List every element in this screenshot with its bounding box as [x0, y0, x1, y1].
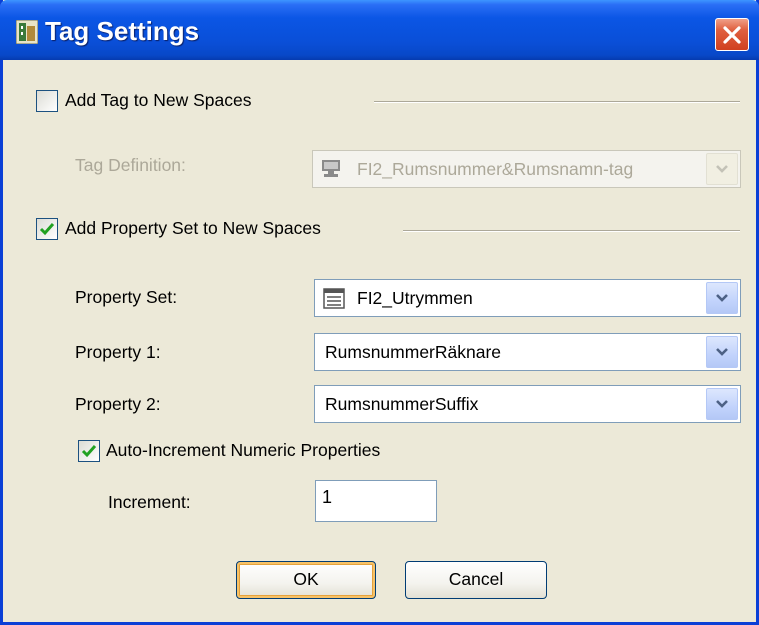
auto-increment-label: Auto-Increment Numeric Properties: [106, 440, 381, 460]
chevron-down-icon: [716, 294, 728, 302]
close-x-icon: [723, 26, 741, 44]
add-property-set-checkbox[interactable]: [36, 218, 58, 240]
property-set-value: FI2_Utrymmen: [357, 288, 473, 308]
property-separator: [403, 230, 740, 232]
add-tag-label: Add Tag to New Spaces: [65, 90, 252, 110]
property1-dropdown-button[interactable]: [706, 336, 738, 368]
close-button[interactable]: [715, 18, 749, 51]
chevron-down-icon: [716, 400, 728, 408]
app-building-icon: [15, 19, 39, 45]
property-set-select[interactable]: FI2_Utrymmen: [314, 279, 741, 317]
title-bar[interactable]: Tag Settings: [0, 0, 759, 60]
property2-value: RumsnummerSuffix: [325, 394, 479, 414]
property1-label: Property 1:: [75, 342, 161, 362]
property-set-dropdown-button[interactable]: [706, 282, 738, 314]
property1-select[interactable]: RumsnummerRäknare: [314, 333, 741, 371]
tag-definition-value: FI2_Rumsnummer&Rumsnamn-tag: [357, 159, 634, 179]
add-tag-checkbox[interactable]: [36, 90, 58, 112]
chevron-down-icon: [716, 165, 728, 173]
tag-definition-icon: [321, 159, 345, 179]
add-property-set-label: Add Property Set to New Spaces: [65, 218, 321, 238]
tag-definition-dropdown-button[interactable]: [706, 153, 738, 185]
tag-definition-label: Tag Definition:: [75, 155, 186, 175]
property1-value: RumsnummerRäknare: [325, 342, 502, 362]
checkmark-icon: [39, 223, 55, 236]
chevron-down-icon: [716, 348, 728, 356]
checkmark-icon: [81, 445, 97, 458]
increment-value: 1: [322, 487, 333, 507]
dialog-title: Tag Settings: [45, 16, 200, 46]
tag-definition-select[interactable]: FI2_Rumsnummer&Rumsnamn-tag: [312, 150, 741, 188]
increment-label: Increment:: [108, 492, 191, 512]
cancel-button[interactable]: Cancel: [405, 561, 547, 599]
auto-increment-checkbox[interactable]: [78, 440, 100, 462]
tag-separator: [374, 101, 740, 103]
property-set-label: Property Set:: [75, 287, 178, 307]
property2-dropdown-button[interactable]: [706, 388, 738, 420]
property-set-list-icon: [323, 288, 347, 309]
tag-settings-dialog: Tag Settings Add Tag to New Spaces Tag D…: [0, 0, 759, 625]
increment-input[interactable]: 1: [315, 480, 437, 522]
property2-label: Property 2:: [75, 394, 161, 414]
property2-select[interactable]: RumsnummerSuffix: [314, 385, 741, 423]
ok-button[interactable]: OK: [236, 561, 376, 599]
